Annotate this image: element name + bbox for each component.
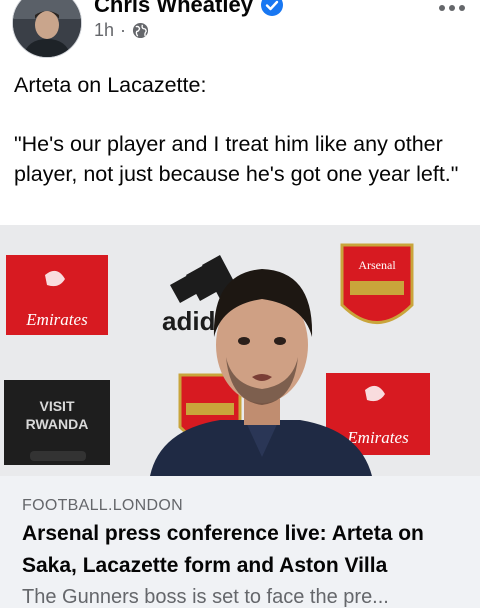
post-header: Chris Wheatley 1h · [0,0,480,60]
link-domain: FOOTBALL.LONDON [22,497,183,514]
svg-text:Arsenal: Arsenal [358,258,396,272]
avatar-photo [13,0,81,57]
link-description: The Gunners boss is set to face the pre.… [22,586,389,608]
photo-image: Emirates VISIT RWANDA adid Arsenal Emira… [0,225,480,476]
globe-icon [132,22,149,39]
press-conference-photo[interactable]: Emirates VISIT RWANDA adid Arsenal Emira… [0,225,480,476]
meta-separator: · [120,20,127,40]
avatar[interactable] [12,0,82,58]
post-meta: 1h · [94,20,149,41]
author-row: Chris Wheatley [94,0,283,18]
more-options-icon[interactable] [438,4,466,12]
emirates-text-left: Emirates [25,310,88,329]
emirates-text-right: Emirates [346,428,409,447]
post-text-line: Arteta on Lacazette: [14,73,207,97]
link-headline[interactable]: Arsenal press conference live: Arteta on… [22,518,468,582]
verified-badge-icon [260,0,283,16]
adidas-text: adid [162,306,215,336]
post-text: Arteta on Lacazette: "He's our player an… [14,70,470,189]
post-time[interactable]: 1h [94,20,114,41]
svg-text:VISIT: VISIT [39,398,74,414]
svg-text:RWANDA: RWANDA [26,416,89,432]
post-quote: "He's our player and I treat him like an… [14,132,459,186]
author-name[interactable]: Chris Wheatley [94,0,253,18]
